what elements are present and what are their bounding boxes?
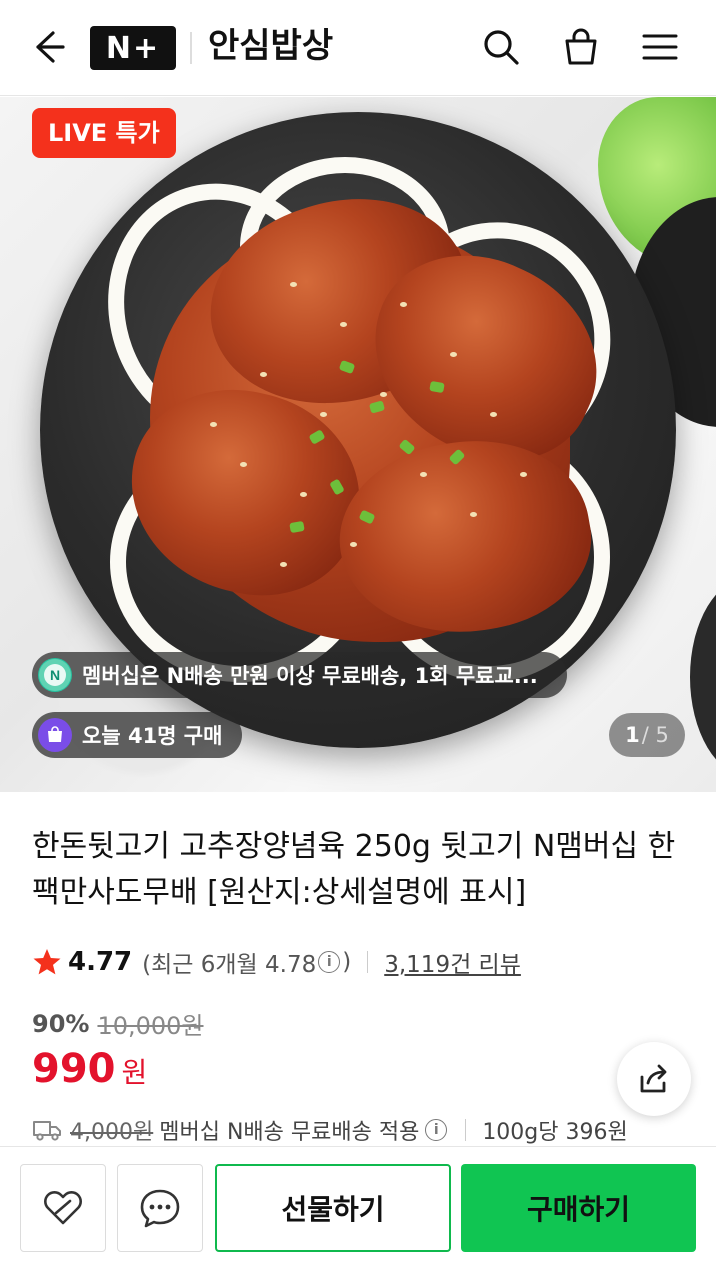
info-icon[interactable]: i xyxy=(425,1119,448,1141)
rating-row: 4.77 (최근 6개월 4.78 i ) 3,119건 리뷰 xyxy=(32,942,521,982)
truck-icon xyxy=(33,1121,61,1141)
discount-rate: 90% xyxy=(32,1009,90,1038)
chat-bubble-icon xyxy=(140,1189,180,1228)
shopping-bag-icon[interactable] xyxy=(556,22,606,72)
rating-value: 4.77 xyxy=(68,947,133,977)
search-icon[interactable] xyxy=(476,22,526,72)
nplus-membership-icon: N xyxy=(38,658,72,692)
currency-unit: 원 xyxy=(121,1056,148,1089)
menu-icon[interactable] xyxy=(635,22,685,72)
membership-notice[interactable]: N 멤버십은 N배송 만원 이상 무료배송, 1회 무료교... xyxy=(32,652,567,698)
original-price: 10,000원 xyxy=(97,1012,204,1040)
image-index: 1 xyxy=(625,723,640,747)
membership-notice-text: 멤버십은 N배송 만원 이상 무료배송, 1회 무료교... xyxy=(82,664,538,688)
discount-row: 90% 10,000원 xyxy=(32,1006,204,1041)
unit-price: 100g당 396원 xyxy=(482,1120,628,1145)
divider xyxy=(465,1119,467,1141)
share-icon xyxy=(640,1064,667,1093)
price-row: 990 원 xyxy=(32,1046,147,1092)
chat-button[interactable] xyxy=(117,1164,203,1252)
back-arrow-icon[interactable] xyxy=(22,22,72,72)
shipping-original-fee: 4,000원 xyxy=(70,1120,154,1145)
shipping-text: 멤버십 N배송 무료배송 적용 xyxy=(159,1120,420,1145)
side-dish-bowl xyxy=(690,577,716,777)
sale-price: 990 xyxy=(32,1046,116,1092)
purchase-count-badge: 오늘 41명 구매 xyxy=(32,712,243,758)
recent-rating-close: ) xyxy=(342,949,352,975)
live-deal-badge: LIVE 특가 xyxy=(32,108,176,158)
info-icon[interactable]: i xyxy=(318,951,341,973)
review-count-link[interactable]: 3,119건 리뷰 xyxy=(384,945,521,979)
recent-rating: (최근 6개월 4.78 xyxy=(142,952,317,978)
image-counter: 1 / 5 xyxy=(609,713,685,757)
product-image[interactable]: LIVE 특가 N 멤버십은 N배송 만원 이상 무료배송, 1회 무료교...… xyxy=(0,97,716,792)
header-divider xyxy=(190,32,192,64)
top-header: N+ 안심밥상 xyxy=(0,0,716,96)
store-name[interactable]: 안심밥상 xyxy=(208,22,333,70)
heart-link-icon xyxy=(44,1191,82,1225)
buy-button[interactable]: 구매하기 xyxy=(461,1164,696,1252)
wishlist-button[interactable] xyxy=(20,1164,106,1252)
product-title: 한돈뒷고기 고추장양념육 250g 뒷고기 N맴버십 한팩만사도무배 [원산지:… xyxy=(32,829,676,910)
svg-text:N: N xyxy=(50,667,60,683)
star-icon xyxy=(33,949,61,975)
image-total: / 5 xyxy=(641,723,669,747)
gift-button[interactable]: 선물하기 xyxy=(215,1164,451,1252)
shipping-row: 4,000원 멤버십 N배송 무료배송 적용 i 100g당 396원 xyxy=(32,1112,628,1148)
divider xyxy=(367,951,369,973)
purchase-count-text: 오늘 41명 구매 xyxy=(82,724,223,748)
nplus-logo[interactable]: N+ xyxy=(90,26,176,70)
share-button[interactable] xyxy=(617,1042,691,1116)
shopping-bag-icon xyxy=(38,718,72,752)
